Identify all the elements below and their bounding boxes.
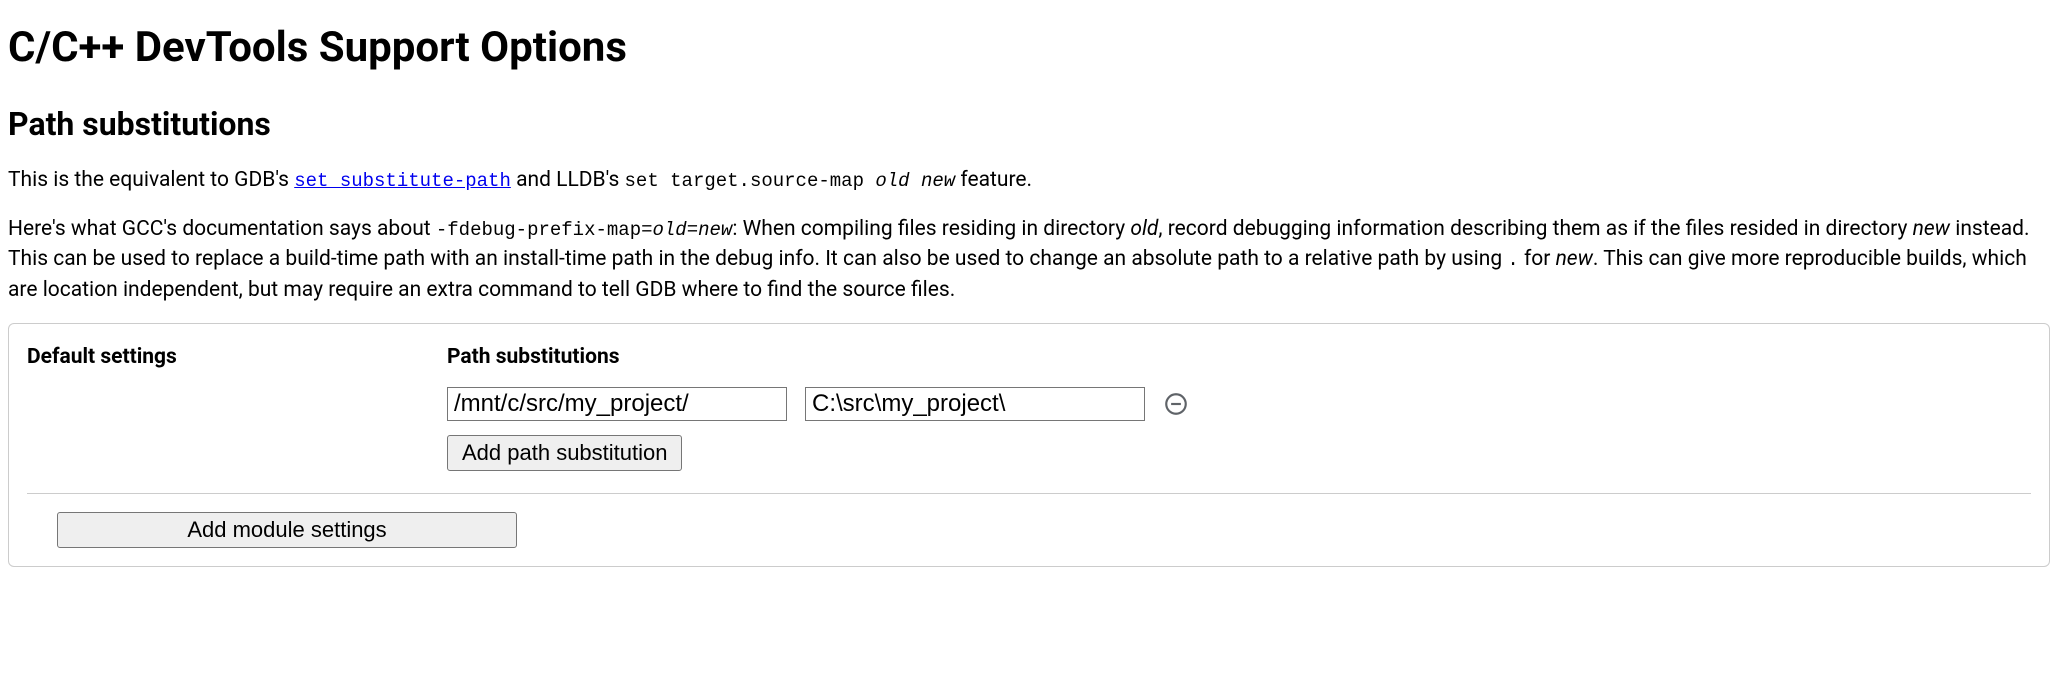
code-text: -fdebug-prefix-map= [436,219,653,241]
path-substitutions-label: Path substitutions [447,342,2031,372]
remove-icon[interactable] [1163,391,1189,417]
description-paragraph-2: Here's what GCC's documentation says abo… [8,214,2050,306]
code-text: . [1507,249,1518,271]
text: feature. [955,168,1032,192]
text: new [1556,247,1593,271]
code-text: old new [875,170,955,192]
description-paragraph-1: This is the equivalent to GDB's set subs… [8,165,2050,196]
substitution-row [447,387,2031,421]
page-title: C/C++ DevTools Support Options [8,18,2050,79]
from-path-input[interactable] [447,387,787,421]
text: old [1130,217,1158,241]
to-path-input[interactable] [805,387,1145,421]
text: , record debugging information describin… [1158,217,1912,241]
text: Here's what GCC's documentation says abo… [8,217,436,241]
text: : When compiling files residing in direc… [732,217,1130,241]
set-substitute-path-link[interactable]: set substitute-path [294,170,511,192]
text: This is the equivalent to GDB's [8,168,294,192]
default-settings-label: Default settings [27,342,407,372]
settings-panel: Default settings Path substitutions Add … [8,323,2050,566]
text: for [1519,247,1556,271]
text: new [1913,217,1950,241]
section-heading: Path substitutions [8,101,2050,147]
code-text: set target.source-map [625,170,876,192]
code-text: old=new [653,219,733,241]
divider [27,493,2031,494]
add-module-settings-button[interactable]: Add module settings [57,512,517,548]
text: and LLDB's [511,168,625,192]
add-path-substitution-button[interactable]: Add path substitution [447,435,682,471]
